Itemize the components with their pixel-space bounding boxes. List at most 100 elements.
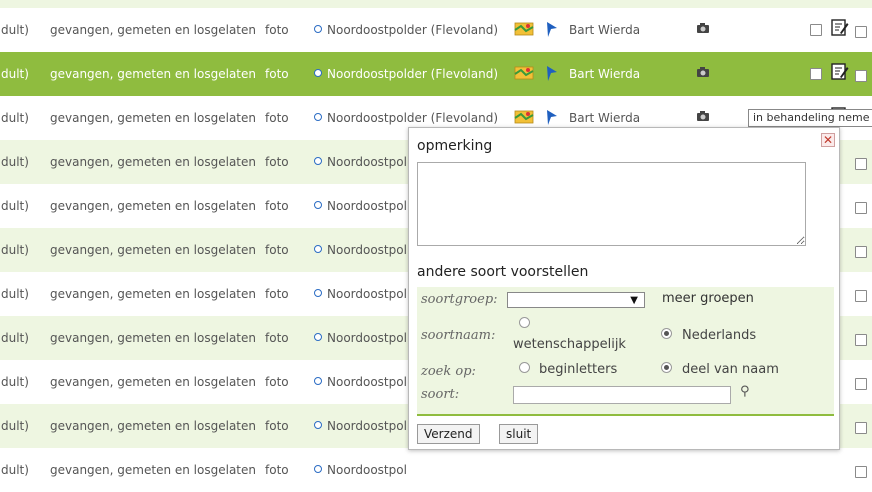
- pin-icon[interactable]: [544, 108, 560, 129]
- radio-icon: [519, 317, 530, 328]
- location-link[interactable]: Noordoostpol: [314, 448, 407, 492]
- row-checkbox-right[interactable]: [855, 70, 867, 82]
- soortgroep-label: soortgroep:: [421, 292, 498, 307]
- user-cell[interactable]: Bart Wierda: [569, 52, 640, 96]
- table-row[interactable]: dult) gevangen, gemeten en losgelaten foto…: [0, 448, 872, 492]
- location-dot-icon: [314, 69, 322, 77]
- close-icon[interactable]: ✕: [821, 133, 835, 147]
- row-checkbox-right[interactable]: [855, 378, 867, 390]
- location-link[interactable]: Noordoostpolder (Flevoland): [314, 52, 498, 96]
- location-text: Noordoostpolder (Flevoland): [327, 23, 499, 37]
- media-cell: foto: [265, 199, 289, 213]
- row-checkbox-right[interactable]: [855, 158, 867, 170]
- row-checkbox-right[interactable]: [855, 466, 867, 478]
- table-row[interactable]: dult) gevangen, gemeten en losgelaten foto…: [0, 52, 872, 96]
- radio-dutch[interactable]: [661, 328, 672, 344]
- row-checkbox-right[interactable]: [855, 246, 867, 258]
- location-link[interactable]: Noordoostpol: [314, 404, 407, 448]
- pin-icon[interactable]: [544, 20, 560, 41]
- location-link[interactable]: Noordoostpol: [314, 316, 407, 360]
- row-checkbox-right[interactable]: [855, 290, 867, 302]
- popup-title: opmerking: [417, 138, 493, 154]
- stage-cell: dult): [1, 287, 29, 301]
- location-link[interactable]: Noordoostpol: [314, 272, 407, 316]
- location-text: Noordoostpol: [327, 155, 407, 169]
- media-cell: foto: [265, 463, 289, 477]
- location-text: Noordoostpol: [327, 419, 407, 433]
- soortgroep-select[interactable]: ▼: [507, 292, 645, 308]
- location-text: Noordoostpol: [327, 199, 407, 213]
- row-checkbox-right[interactable]: [855, 334, 867, 346]
- remark-popup: ✕ opmerking andere soort voorstellen soo…: [408, 127, 840, 450]
- media-cell: foto: [265, 419, 289, 433]
- scientific-label: wetenschappelijk: [513, 337, 626, 352]
- location-link[interactable]: Noordoostpol: [314, 140, 407, 184]
- location-dot-icon: [314, 289, 322, 297]
- user-cell[interactable]: Bart Wierda: [569, 8, 640, 52]
- map-icon[interactable]: [514, 21, 534, 40]
- row-checkbox-right[interactable]: [855, 422, 867, 434]
- media-cell: foto: [265, 331, 289, 345]
- radio-icon: [519, 362, 530, 373]
- chevron-down-icon: ▼: [630, 295, 638, 306]
- row-checkbox-right[interactable]: [855, 202, 867, 214]
- row-checkbox-right[interactable]: [855, 26, 867, 38]
- table-row[interactable]: dult) gevangen, gemeten en losgelaten foto…: [0, 8, 872, 52]
- map-icon[interactable]: [514, 109, 534, 128]
- location-text: Noordoostpol: [327, 287, 407, 301]
- camera-icon[interactable]: [696, 110, 710, 125]
- media-cell: foto: [265, 287, 289, 301]
- radio-part[interactable]: [661, 362, 672, 378]
- close-button[interactable]: sluit: [499, 424, 539, 444]
- location-text: Noordoostpolder (Flevoland): [327, 111, 499, 125]
- edit-icon[interactable]: [831, 19, 849, 40]
- soortnaam-label: soortnaam:: [421, 328, 496, 343]
- location-dot-icon: [314, 245, 322, 253]
- action-cell: gevangen, gemeten en losgelaten: [50, 23, 256, 37]
- remark-textarea[interactable]: [417, 162, 806, 246]
- action-cell: gevangen, gemeten en losgelaten: [50, 331, 256, 345]
- action-cell: gevangen, gemeten en losgelaten: [50, 419, 256, 433]
- camera-icon[interactable]: [696, 66, 710, 81]
- stage-cell: dult): [1, 67, 29, 81]
- location-dot-icon: [314, 333, 322, 341]
- suggest-heading: andere soort voorstellen: [417, 264, 589, 280]
- action-cell: gevangen, gemeten en losgelaten: [50, 463, 256, 477]
- action-cell: gevangen, gemeten en losgelaten: [50, 155, 256, 169]
- location-link[interactable]: Noordoostpol: [314, 184, 407, 228]
- soort-input[interactable]: [513, 386, 731, 404]
- more-groups-link[interactable]: meer groepen: [662, 291, 754, 306]
- map-icon[interactable]: [514, 65, 534, 84]
- media-cell: foto: [265, 243, 289, 257]
- location-link[interactable]: Noordoostpolder (Flevoland): [314, 8, 498, 52]
- row-checkbox[interactable]: [810, 24, 822, 36]
- location-dot-icon: [314, 157, 322, 165]
- location-link[interactable]: Noordoostpol: [314, 360, 407, 404]
- media-cell: foto: [265, 375, 289, 389]
- row-top-edge: [0, 0, 872, 8]
- location-link[interactable]: Noordoostpol: [314, 228, 407, 272]
- stage-cell: dult): [1, 419, 29, 433]
- radio-scientific[interactable]: [519, 317, 530, 333]
- zoek-label: zoek op:: [421, 364, 476, 379]
- begin-label: beginletters: [539, 362, 618, 377]
- location-text: Noordoostpol: [327, 375, 407, 389]
- tooltip: in behandeling neme: [748, 109, 872, 127]
- media-cell: foto: [265, 67, 289, 81]
- edit-icon[interactable]: [831, 63, 849, 84]
- stage-cell: dult): [1, 199, 29, 213]
- location-dot-icon: [314, 113, 322, 121]
- pin-icon[interactable]: [544, 64, 560, 85]
- location-text: Noordoostpol: [327, 331, 407, 345]
- stage-cell: dult): [1, 155, 29, 169]
- radio-begin[interactable]: [519, 362, 530, 378]
- action-cell: gevangen, gemeten en losgelaten: [50, 287, 256, 301]
- submit-button[interactable]: Verzend: [417, 424, 480, 444]
- location-dot-icon: [314, 201, 322, 209]
- search-icon[interactable]: ⚲: [740, 384, 750, 399]
- row-checkbox[interactable]: [810, 68, 822, 80]
- stage-cell: dult): [1, 375, 29, 389]
- part-label: deel van naam: [682, 362, 779, 377]
- action-cell: gevangen, gemeten en losgelaten: [50, 67, 256, 81]
- camera-icon[interactable]: [696, 22, 710, 37]
